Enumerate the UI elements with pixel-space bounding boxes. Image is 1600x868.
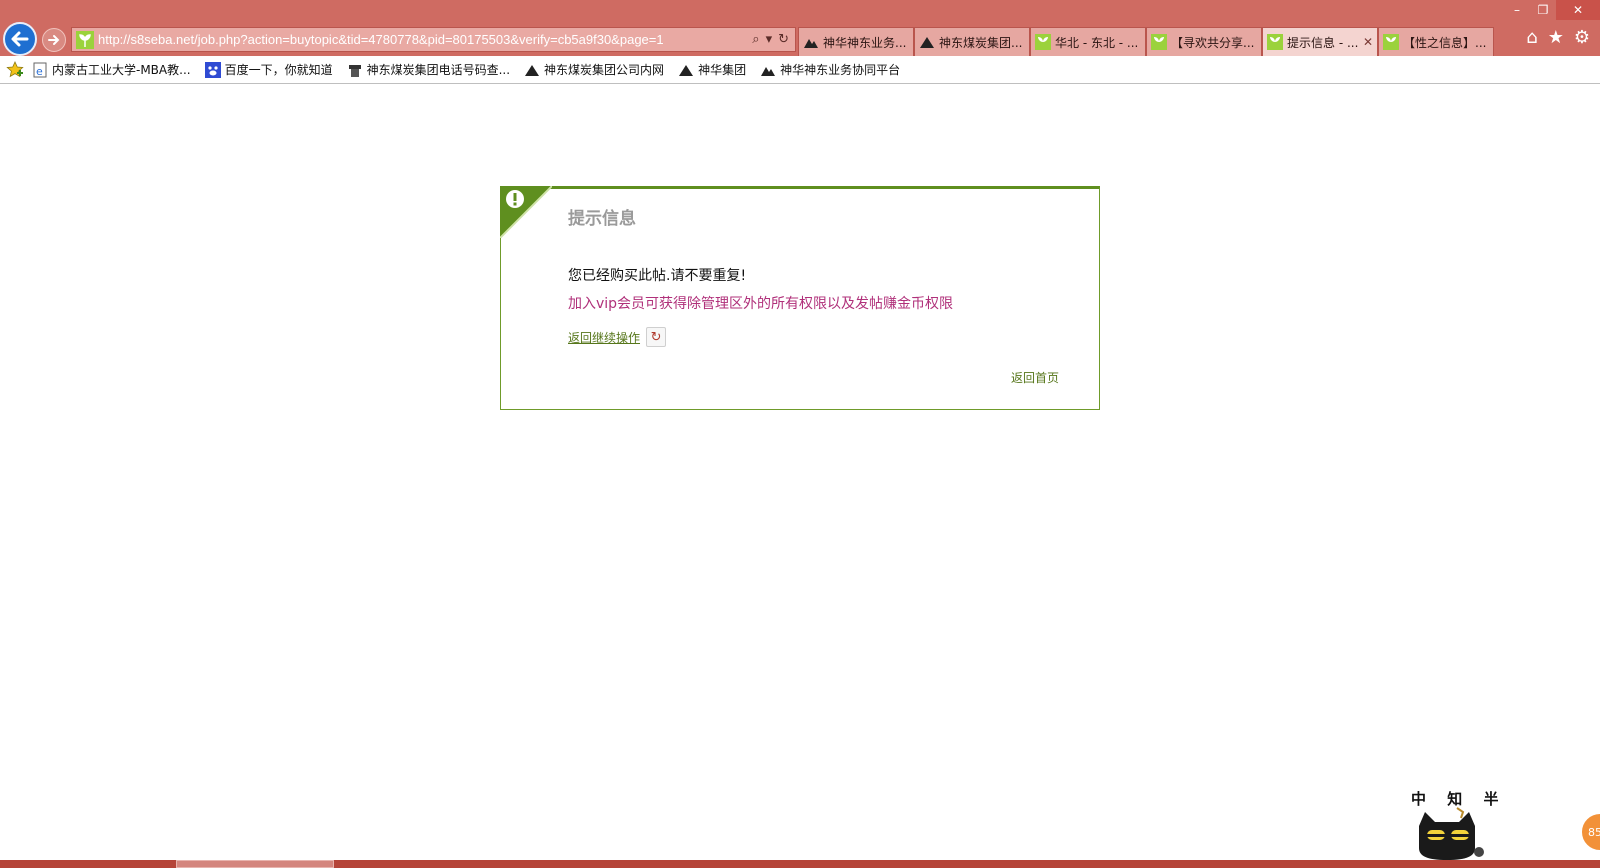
restore-button[interactable]: ❐ (1530, 0, 1556, 20)
browser-titlebar: – ❐ ✕ http://s8seba.net/job.php?action=b… (0, 0, 1600, 56)
tab-strip: 神华神东业务... 神东煤炭集团... 华北 - 东北 - ... 【寻欢共分享… (798, 27, 1494, 56)
search-icon[interactable]: ⌕ (752, 32, 759, 47)
notice-title: 提示信息 (568, 209, 636, 229)
back-continue: 返回继续操作 ↻ (568, 327, 667, 347)
favorite-link[interactable]: 神华神东业务协同平台 (760, 61, 900, 78)
home-link[interactable]: 返回首页 (1011, 369, 1059, 386)
taskbar-ie-item[interactable] (176, 860, 334, 868)
favorite-label: 神东煤炭集团电话号码查... (366, 63, 511, 77)
gear-icon[interactable]: ⚙ (1574, 28, 1590, 48)
favorite-label: 神东煤炭集团公司内网 (544, 63, 665, 77)
tab[interactable]: 【寻欢共分享... (1146, 27, 1262, 56)
notice-message: 您已经购买此帖.请不要重复! (568, 268, 747, 284)
notification-badge[interactable]: 85 (1580, 812, 1600, 852)
sprout-icon (1267, 34, 1283, 50)
tab[interactable]: 华北 - 东北 - ... (1030, 27, 1146, 56)
tab-label: 神东煤炭集团... (939, 35, 1023, 50)
toolbar-icons: ⌂ ★ ⚙ (1526, 28, 1590, 48)
favorite-link[interactable]: 百度一下，你就知道 (204, 61, 333, 78)
forward-button[interactable] (42, 28, 66, 52)
tab[interactable]: 神华神东业务... (798, 27, 914, 56)
window-controls: – ❐ ✕ (1504, 0, 1600, 20)
arrow-left-icon (11, 31, 29, 47)
favorite-link[interactable]: 神东煤炭集团电话号码查... (347, 61, 510, 78)
favorite-label: 内蒙古工业大学-MBA教... (52, 63, 191, 77)
tab[interactable]: 【性之信息】... (1378, 27, 1494, 56)
sprout-icon (1151, 34, 1167, 50)
tab-label: 华北 - 东北 - ... (1055, 35, 1139, 50)
cat-mascot-icon[interactable] (1413, 806, 1489, 860)
mountain-icon (804, 39, 818, 48)
sprout-icon (76, 30, 94, 49)
mountain-icon (920, 37, 934, 48)
arrow-right-icon (48, 35, 60, 45)
mountain-icon (525, 64, 540, 76)
tab-label: 神华神东业务... (823, 35, 907, 50)
address-bar[interactable]: http://s8seba.net/job.php?action=buytopi… (71, 27, 796, 52)
favorite-link[interactable]: e 内蒙古工业大学-MBA教... (32, 61, 191, 78)
refresh-icon[interactable]: ↻ (778, 32, 789, 47)
minimize-button[interactable]: – (1504, 0, 1530, 20)
mountain-icon (679, 64, 694, 76)
favorite-link[interactable]: 神东煤炭集团公司内网 (524, 61, 664, 78)
ie-page-icon: e (33, 62, 47, 78)
back-continue-link[interactable]: 返回继续操作 (568, 329, 640, 346)
favorites-star-icon[interactable]: ★ (1548, 28, 1564, 48)
return-icon[interactable]: ↻ (646, 327, 667, 347)
baidu-paw-icon (204, 61, 221, 78)
notice-box: 提示信息 您已经购买此帖.请不要重复! 加入vip会员可获得除管理区外的所有权限… (500, 186, 1100, 410)
tab-label: 【性之信息】... (1403, 35, 1487, 50)
sprout-icon (1035, 34, 1051, 50)
vip-promo-text: 加入vip会员可获得除管理区外的所有权限以及发帖赚金币权限 (568, 296, 954, 312)
favorite-link[interactable]: 神华集团 (678, 61, 746, 78)
tab-close-icon[interactable]: ✕ (1363, 35, 1373, 49)
sprout-icon (1383, 34, 1399, 50)
close-button[interactable]: ✕ (1556, 0, 1600, 20)
tab-active[interactable]: 提示信息 - ... ✕ (1262, 27, 1378, 56)
mountain-icon (761, 66, 776, 76)
telephone-icon (348, 64, 361, 77)
favorite-label: 百度一下，你就知道 (224, 63, 333, 77)
favorite-label: 神华神东业务协同平台 (780, 63, 901, 77)
tab[interactable]: 神东煤炭集团... (914, 27, 1030, 56)
dropdown-icon[interactable]: ▾ (766, 32, 773, 47)
tab-label: 提示信息 - ... (1287, 35, 1359, 50)
back-button[interactable] (3, 22, 37, 56)
exclamation-icon (500, 186, 552, 238)
tab-label: 【寻欢共分享... (1171, 35, 1255, 50)
favorite-label: 神华集团 (698, 63, 747, 77)
favorites-bar: e 内蒙古工业大学-MBA教... 百度一下，你就知道 神东煤炭集团电话号码查.… (0, 56, 1600, 84)
home-icon[interactable]: ⌂ (1526, 28, 1537, 48)
svg-text:e: e (36, 65, 43, 78)
favorites-add-icon[interactable] (6, 60, 24, 79)
url-text[interactable]: http://s8seba.net/job.php?action=buytopi… (98, 32, 752, 47)
